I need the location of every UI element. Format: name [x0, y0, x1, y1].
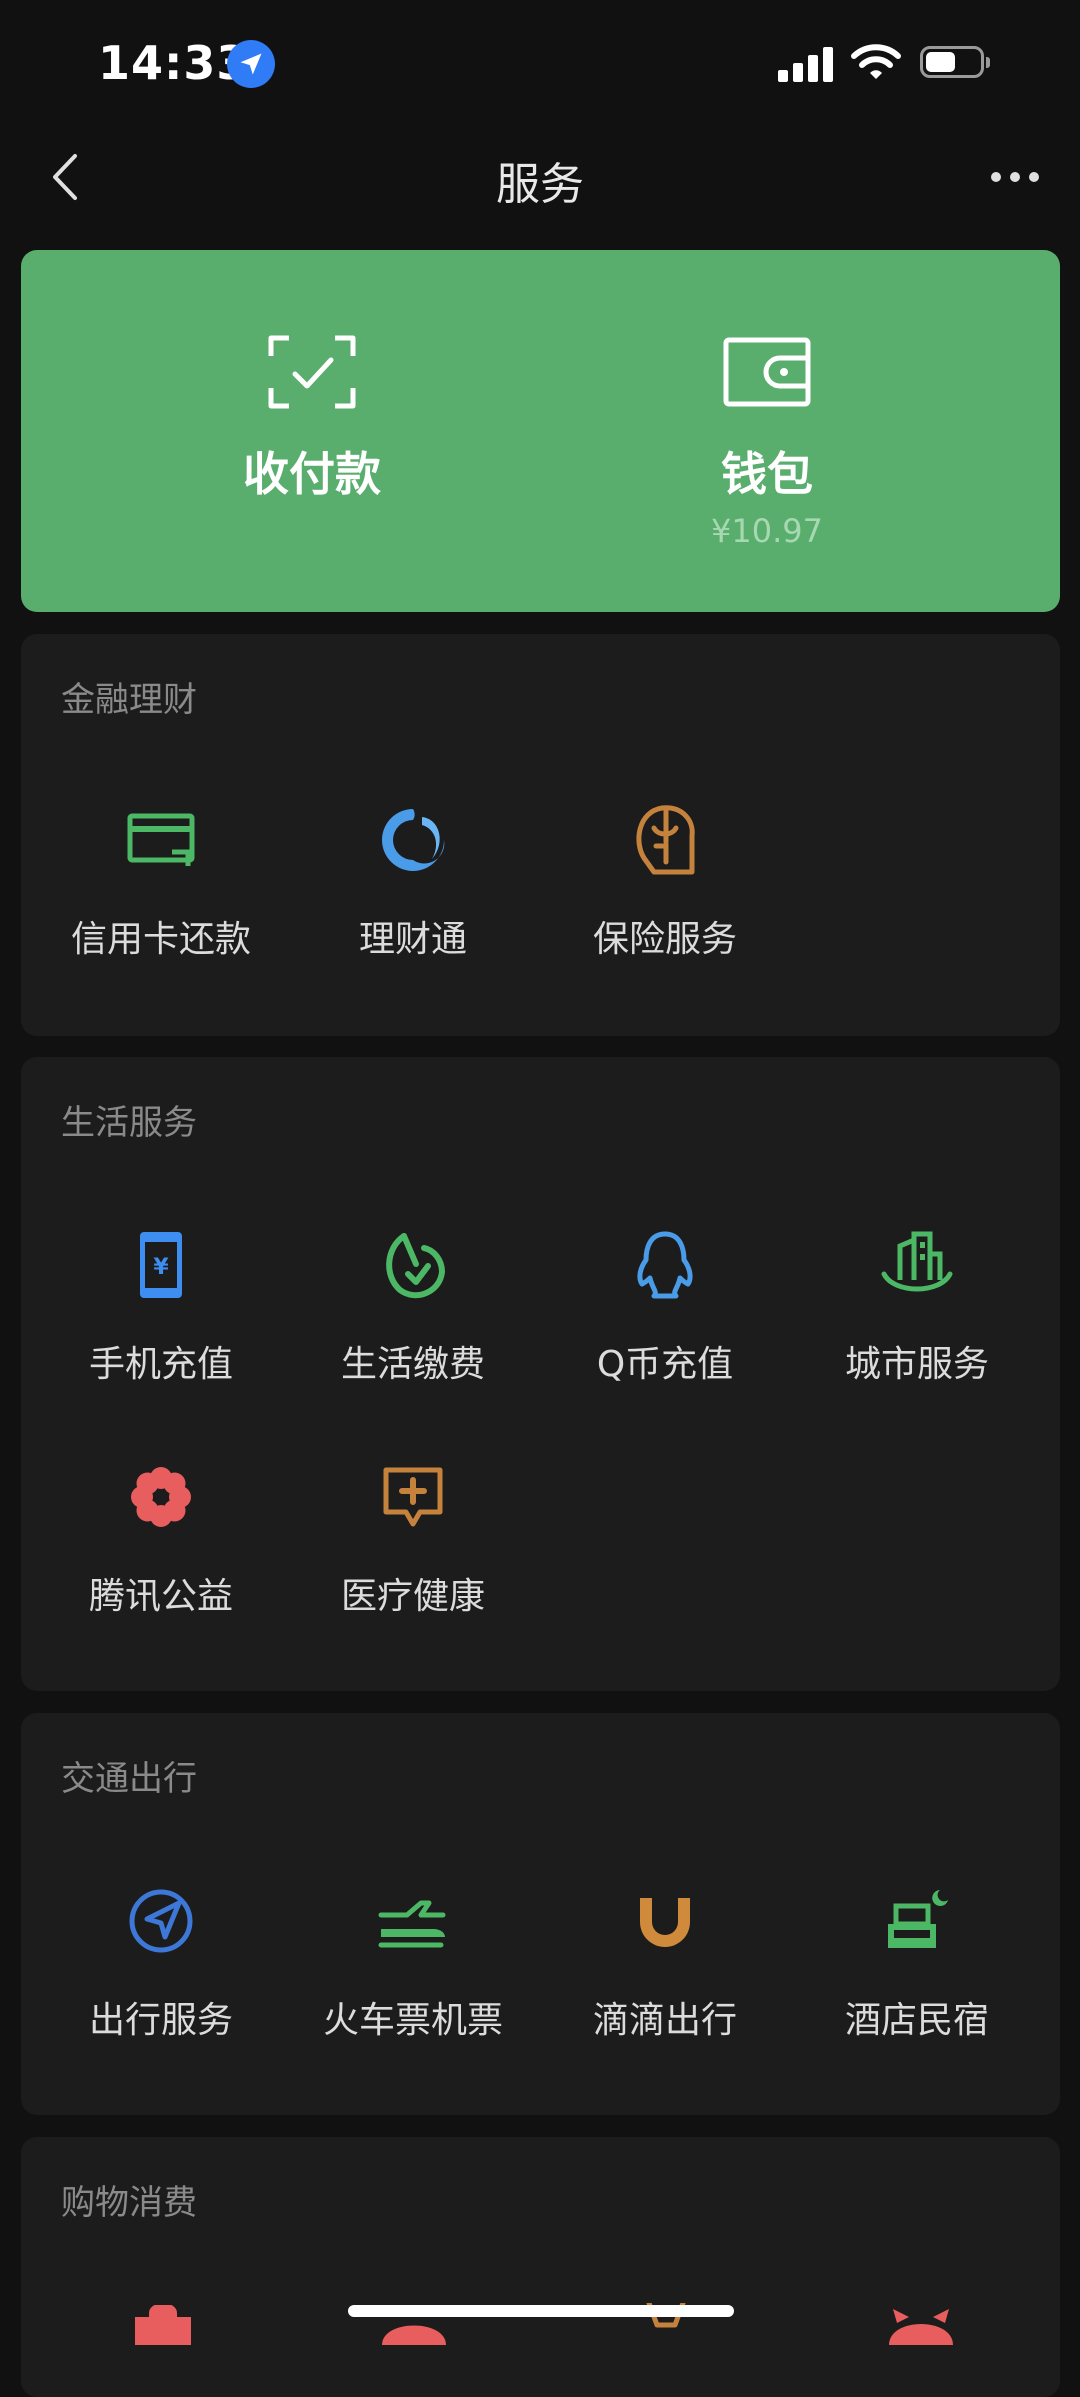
service-train-plane[interactable]: 火车票机票	[287, 1881, 539, 2061]
service-label: 城市服务	[844, 1344, 989, 1385]
qq-penguin-icon	[625, 1225, 705, 1305]
pay-receive-label: 收付款	[243, 447, 381, 501]
section-shopping: 购物消费	[21, 2137, 1060, 2397]
travel-compass-icon	[121, 1881, 201, 1961]
service-insurance[interactable]: 保险服务	[539, 800, 791, 980]
utility-bill-icon	[373, 1225, 453, 1305]
more-button[interactable]	[970, 142, 1060, 212]
shopping-cat-icon[interactable]	[883, 2303, 959, 2345]
section-finance: 金融理财 信用卡还款 理财通 保险服务	[21, 634, 1060, 1036]
service-phone-topup[interactable]: ¥ 手机充值	[35, 1225, 287, 1405]
service-didi[interactable]: 滴滴出行	[539, 1881, 791, 2061]
pay-receive-button[interactable]: 收付款	[112, 250, 512, 612]
train-plane-icon	[373, 1881, 453, 1961]
service-label: 生活缴费	[340, 1344, 485, 1385]
wallet-button[interactable]: 钱包 ¥10.97	[567, 250, 967, 612]
pay-wallet-card: 收付款 钱包 ¥10.97	[21, 250, 1060, 612]
service-utility-bill[interactable]: 生活缴费	[287, 1225, 539, 1405]
wealth-icon	[373, 800, 453, 880]
service-label: 信用卡还款	[70, 919, 251, 960]
medical-icon	[373, 1457, 453, 1537]
service-medical[interactable]: 医疗健康	[287, 1457, 539, 1637]
charity-flower-icon	[121, 1457, 201, 1537]
section-transport: 交通出行 出行服务 火车票机票 滴滴出行 酒店民宿	[21, 1713, 1060, 2115]
service-label: 医疗健康	[340, 1576, 485, 1617]
section-title: 交通出行	[61, 1759, 197, 1799]
nav-bar: 服务	[0, 130, 1080, 226]
svg-text:¥: ¥	[153, 1255, 169, 1280]
section-title: 金融理财	[61, 680, 197, 720]
service-label: 酒店民宿	[844, 2000, 989, 2041]
section-life: 生活服务 ¥ 手机充值 生活缴费 Q币充值 城市服务 腾讯公益 医疗健康	[21, 1057, 1060, 1691]
service-label: 手机充值	[88, 1344, 233, 1385]
wifi-icon	[850, 42, 902, 82]
insurance-icon	[625, 800, 705, 880]
location-arrow-icon	[227, 40, 275, 88]
shopping-bag-icon[interactable]	[131, 2303, 195, 2347]
service-q-coin[interactable]: Q币充值	[539, 1225, 791, 1405]
wallet-balance: ¥10.97	[711, 512, 823, 550]
more-dots-icon	[991, 172, 1039, 182]
battery-icon	[920, 46, 990, 80]
service-wealth[interactable]: 理财通	[287, 800, 539, 980]
scan-pay-icon	[268, 335, 356, 409]
section-title: 生活服务	[61, 1103, 197, 1143]
service-label: 火车票机票	[322, 2000, 503, 2041]
service-label: 保险服务	[592, 919, 737, 960]
wallet-icon	[723, 337, 811, 407]
status-bar: 14:33	[0, 0, 1080, 120]
service-charity[interactable]: 腾讯公益	[35, 1457, 287, 1637]
service-hotel[interactable]: 酒店民宿	[791, 1881, 1043, 2061]
didi-icon	[625, 1881, 705, 1961]
service-label: 滴滴出行	[592, 2000, 737, 2041]
page-title: 服务	[496, 159, 584, 210]
cellular-signal-icon	[778, 46, 834, 82]
service-label: 理财通	[358, 919, 467, 960]
home-indicator	[348, 2305, 734, 2317]
service-city[interactable]: 城市服务	[791, 1225, 1043, 1405]
city-service-icon	[877, 1225, 957, 1305]
hotel-bed-icon	[877, 1881, 957, 1961]
service-credit-card[interactable]: 信用卡还款	[35, 800, 287, 980]
service-travel[interactable]: 出行服务	[35, 1881, 287, 2061]
credit-card-icon	[121, 800, 201, 880]
section-title: 购物消费	[61, 2183, 197, 2223]
service-label: 腾讯公益	[88, 1576, 233, 1617]
service-label: 出行服务	[88, 2000, 233, 2041]
phone-topup-icon: ¥	[121, 1225, 201, 1305]
service-label: Q币充值	[596, 1344, 734, 1385]
wallet-label: 钱包	[721, 447, 813, 501]
